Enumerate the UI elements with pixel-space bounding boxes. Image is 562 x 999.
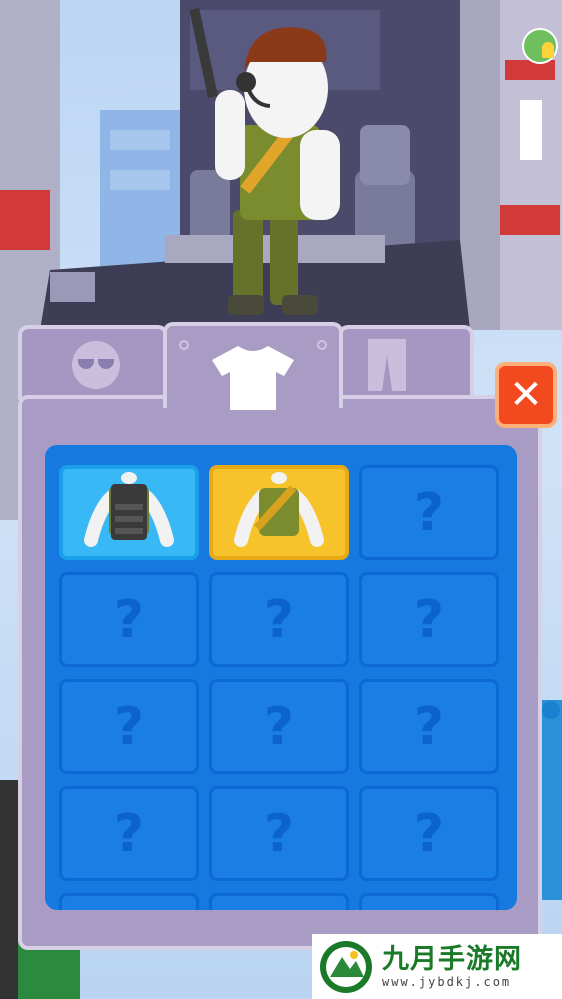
watermark-logo-icon <box>320 940 372 993</box>
site-watermark: 九月手游网 www.jybdkj.com <box>312 934 562 999</box>
question-mark-icon: ? <box>263 589 295 650</box>
close-icon: ✕ <box>509 372 543 418</box>
question-mark-icon: ? <box>263 803 295 864</box>
tshirt-icon <box>212 346 294 410</box>
sunglasses-icon <box>72 341 120 389</box>
item-slot-locked[interactable]: ? <box>359 786 499 881</box>
item-slot-partial <box>59 893 199 910</box>
question-mark-icon: ? <box>263 696 295 757</box>
item-slot-locked[interactable]: ? <box>59 679 199 774</box>
question-mark-icon: ? <box>413 589 445 650</box>
question-mark-icon: ? <box>113 696 145 757</box>
item-slot-locked[interactable]: ? <box>359 572 499 667</box>
question-mark-icon: ? <box>113 589 145 650</box>
bandolier-shirt-icon <box>234 471 324 547</box>
question-mark-icon: ? <box>413 482 445 543</box>
tab-pants[interactable] <box>338 325 474 400</box>
globe-avatar-icon[interactable] <box>522 28 558 64</box>
watermark-title: 九月手游网 <box>382 943 522 975</box>
tab-tops[interactable] <box>163 322 343 410</box>
question-mark-icon: ? <box>113 803 145 864</box>
question-mark-icon: ? <box>413 803 445 864</box>
item-slot-locked[interactable]: ? <box>209 572 349 667</box>
item-slot-tactical-vest[interactable] <box>59 465 199 560</box>
tab-rivet-left <box>179 340 189 350</box>
pants-icon <box>368 339 406 391</box>
item-slot-locked[interactable]: ? <box>359 465 499 560</box>
watermark-url: www.jybdkj.com <box>382 974 512 989</box>
item-slot-partial <box>359 893 499 910</box>
question-mark-icon: ? <box>413 696 445 757</box>
item-slot-bandolier-shirt[interactable] <box>209 465 349 560</box>
item-slot-locked[interactable]: ? <box>209 679 349 774</box>
item-slot-locked[interactable]: ? <box>59 572 199 667</box>
item-slot-locked[interactable]: ? <box>359 679 499 774</box>
tab-accessories[interactable] <box>18 325 168 400</box>
item-grid: ? ? ? ? ? ? ? ? ? ? <box>45 445 517 910</box>
item-slot-locked[interactable]: ? <box>59 786 199 881</box>
tab-rivet-right <box>317 340 327 350</box>
tactical-vest-icon <box>84 471 174 547</box>
item-slot-partial <box>209 893 349 910</box>
close-button[interactable]: ✕ <box>495 362 557 428</box>
item-slot-locked[interactable]: ? <box>209 786 349 881</box>
